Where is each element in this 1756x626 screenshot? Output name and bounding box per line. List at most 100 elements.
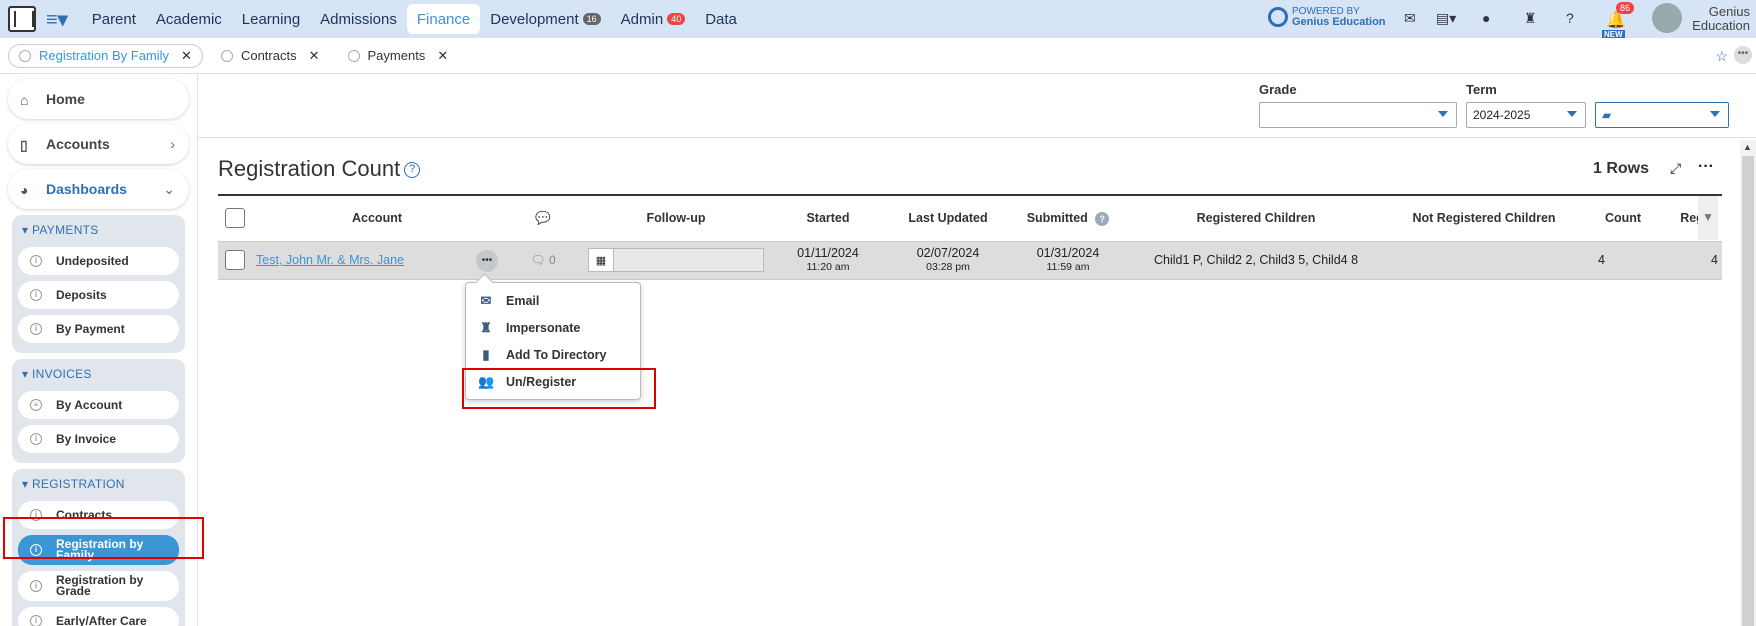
not-registered-children-header[interactable]: Not Registered Children (1384, 194, 1584, 242)
chat-icon[interactable]: ● (1482, 10, 1490, 26)
nav-parent[interactable]: Parent (82, 4, 146, 34)
menu-item-email[interactable]: ✉ Email (466, 287, 640, 314)
scroll-up-icon[interactable]: ▲ (1743, 142, 1752, 152)
tab-payments[interactable]: Payments ✕ (338, 44, 459, 68)
count-cell: 4 (1584, 241, 1662, 280)
calendar-dropdown-icon[interactable]: ▤▾ (1436, 10, 1456, 27)
account-cell: Test, John Mr. & Mrs. Jane ••• (252, 241, 502, 280)
highlight-unregister (462, 368, 656, 409)
registration-table: Account 💬 Follow-up Started Last Updated… (218, 194, 1722, 280)
sidebar-item-accounts[interactable]: ▯ Accounts › (8, 124, 189, 164)
invoice-icon: ≡ (30, 399, 42, 411)
user-icon (347, 49, 360, 62)
grade-select[interactable] (1259, 102, 1457, 128)
comment-outline-icon: 🗨 (530, 253, 546, 267)
development-badge: 16 (582, 13, 601, 25)
close-icon[interactable]: ✕ (181, 48, 192, 64)
nav-admin[interactable]: Admin 40 (611, 4, 696, 34)
chevron-down-icon (1710, 111, 1720, 117)
book-icon: ▮ (482, 346, 490, 362)
sidebar-item-undeposited[interactable]: i Undeposited (18, 247, 179, 275)
submitted-header[interactable]: Submitted ? (1008, 194, 1128, 242)
more-options-icon[interactable]: ••• (1734, 46, 1752, 64)
powered-by-logo: POWERED BY Genius Education (1268, 6, 1386, 28)
comments-cell[interactable]: 🗨 0 (502, 241, 584, 280)
nav-academic[interactable]: Academic (146, 4, 232, 34)
registration-group-title[interactable]: ▾ REGISTRATION (16, 473, 181, 495)
scrollbar-thumb[interactable] (1742, 156, 1754, 626)
sidebar-item-early-after-care[interactable]: i Early/After Care (18, 607, 179, 626)
vertical-scrollbar[interactable]: ▲ (1740, 140, 1756, 626)
help-icon[interactable]: ? (1566, 10, 1574, 26)
sidebar-item-deposits[interactable]: i Deposits (18, 281, 179, 309)
help-icon[interactable]: ? (1095, 211, 1110, 226)
nav-data[interactable]: Data (695, 4, 747, 34)
help-circle-icon[interactable]: ? (404, 162, 421, 179)
follow-up-input[interactable] (614, 248, 764, 272)
main-nav: Parent Academic Learning Admissions Fina… (82, 0, 747, 38)
started-header[interactable]: Started (768, 194, 888, 242)
user-name[interactable]: Genius Education (1690, 5, 1750, 33)
sidebar-item-by-payment[interactable]: i By Payment (18, 315, 179, 343)
table-row[interactable]: Test, John Mr. & Mrs. Jane ••• 🗨 0 ▦ 01/1… (218, 241, 1722, 280)
sidebar-item-dashboards[interactable]: ◕ Dashboards ⌄ (8, 169, 189, 209)
sidebar-item-by-invoice[interactable]: i By Invoice (18, 425, 179, 453)
chevron-down-icon: ⌄ (163, 180, 175, 197)
registered-children-header[interactable]: Registered Children (1128, 194, 1384, 242)
envelope-icon: ✉ (480, 292, 492, 308)
started-cell: 01/11/2024 11:20 am (768, 241, 888, 280)
row-select-cell (218, 241, 252, 280)
row-checkbox[interactable] (225, 250, 245, 270)
comments-header[interactable]: 💬 (502, 194, 584, 242)
row-actions-icon[interactable]: ••• (476, 249, 498, 272)
filter-bar: Grade Term 2024-2025 ▰ (198, 74, 1756, 138)
chevron-down-icon (1567, 111, 1577, 117)
sidebar-item-home[interactable]: ⌂ Home (8, 79, 189, 119)
registered-children-cell: Child1 P, Child2 2, Child3 5, Child4 8 (1128, 241, 1384, 280)
sidebar-item-registration-by-grade[interactable]: i Registration by Grade (18, 571, 179, 601)
last-updated-header[interactable]: Last Updated (888, 194, 1008, 242)
impersonate-icon[interactable]: ♜ (1524, 10, 1537, 27)
more-options-icon[interactable]: ··· (1698, 158, 1714, 176)
menu-icon[interactable]: ≡▾ (46, 7, 68, 32)
nav-development[interactable]: Development 16 (480, 4, 610, 34)
tab-contracts[interactable]: Contracts ✕ (211, 44, 330, 68)
follow-up-header[interactable]: Follow-up (584, 194, 768, 242)
nav-admissions[interactable]: Admissions (310, 4, 407, 34)
invoices-group-title[interactable]: ▾ INVOICES (16, 363, 181, 385)
info-icon: i (30, 323, 42, 335)
payments-group-title[interactable]: ▾ PAYMENTS (16, 219, 181, 241)
favorite-star-icon[interactable]: ☆ (1715, 48, 1728, 65)
expand-icon[interactable]: ⤢ (1670, 160, 1681, 177)
chevron-down-icon (1438, 111, 1448, 117)
app-logo[interactable] (8, 6, 36, 32)
document-icon: ▯ (20, 137, 28, 153)
account-link[interactable]: Test, John Mr. & Mrs. Jane (256, 253, 404, 267)
menu-item-add-to-directory[interactable]: ▮ Add To Directory (466, 341, 640, 368)
tab-registration-by-family[interactable]: Registration By Family ✕ (8, 43, 203, 68)
count-header[interactable]: Count (1584, 194, 1662, 242)
avatar[interactable] (1652, 3, 1682, 33)
close-icon[interactable]: ✕ (309, 48, 320, 64)
calendar-icon[interactable]: ▦ (588, 248, 614, 272)
account-header[interactable]: Account (252, 194, 502, 242)
select-all-checkbox[interactable] (225, 208, 245, 229)
admin-badge: 40 (667, 13, 686, 25)
sidebar-item-by-account[interactable]: ≡ By Account (18, 391, 179, 419)
impersonate-icon: ♜ (480, 319, 492, 335)
info-icon: i (30, 255, 42, 267)
info-icon: i (30, 433, 42, 445)
folder-select[interactable]: ▰ (1595, 102, 1729, 128)
close-icon[interactable]: ✕ (437, 48, 448, 64)
nav-finance[interactable]: Finance (406, 4, 481, 34)
updated-cell: 02/07/2024 03:28 pm (888, 241, 1008, 280)
menu-item-impersonate[interactable]: ♜ Impersonate (466, 314, 640, 341)
row-count: 1 Rows (1593, 160, 1650, 177)
column-filter-icon[interactable]: ▼ (1698, 196, 1718, 240)
mail-icon[interactable]: ✉ (1404, 10, 1416, 27)
term-select[interactable]: 2024-2025 (1466, 102, 1586, 128)
top-nav-bar: ≡▾ Parent Academic Learning Admissions F… (0, 0, 1756, 39)
table-header-row: Account 💬 Follow-up Started Last Updated… (218, 194, 1722, 242)
nav-learning[interactable]: Learning (232, 4, 310, 34)
submitted-cell: 01/31/2024 11:59 am (1008, 241, 1128, 280)
